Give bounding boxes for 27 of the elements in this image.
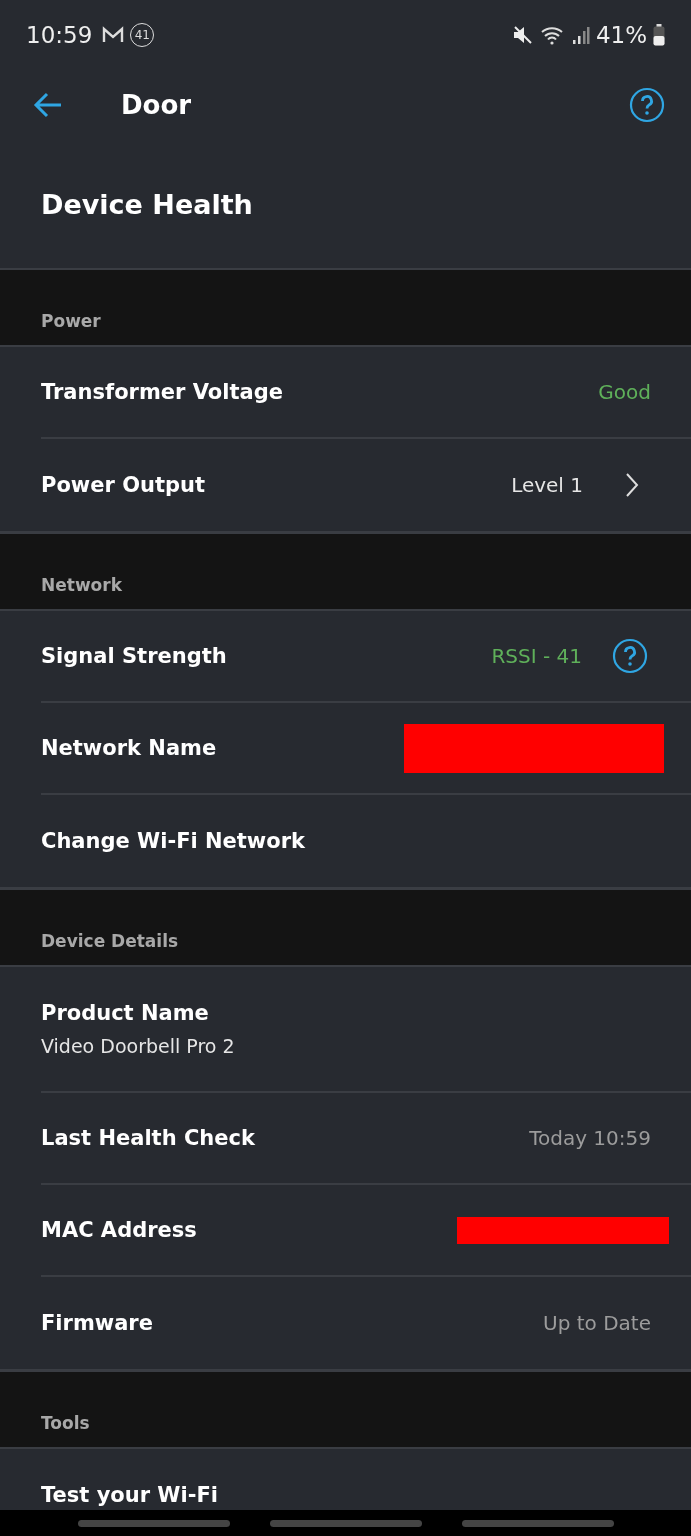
row-label: Power Output: [41, 473, 205, 497]
row-value: Video Doorbell Pro 2: [41, 1035, 235, 1057]
section-title: Device Details: [41, 931, 179, 951]
section-title: Power: [41, 311, 101, 331]
row-label: MAC Address: [41, 1218, 197, 1242]
row-label: Product Name: [41, 1001, 209, 1025]
row-label: Network Name: [41, 736, 217, 760]
row-label: Last Health Check: [41, 1126, 255, 1150]
battery-percent: 41%: [595, 22, 647, 48]
row-label: Signal Strength: [41, 644, 227, 668]
row-value: RSSI - 41: [491, 644, 582, 668]
row-label: Test your Wi-Fi: [41, 1483, 218, 1507]
row-label: Transformer Voltage: [41, 380, 283, 404]
settings-row[interactable]: Power Output Level 1: [41, 439, 691, 531]
row-label: Firmware: [41, 1311, 153, 1335]
settings-row[interactable]: Test your Wi-Fi: [41, 1449, 691, 1510]
page-title: Device Health: [41, 188, 253, 220]
settings-row[interactable]: Change Wi-Fi Network: [41, 795, 691, 887]
row-value: Good: [598, 380, 651, 404]
row-value: Today 10:59: [529, 1126, 651, 1150]
row-label: Change Wi-Fi Network: [41, 829, 305, 853]
section-title: Tools: [41, 1413, 90, 1433]
row-value: Level 1: [511, 473, 583, 497]
header-title: Door: [121, 90, 193, 120]
status-time: 10:59: [26, 22, 93, 48]
section-title: Network: [41, 575, 122, 595]
row-value: Up to Date: [543, 1311, 651, 1335]
